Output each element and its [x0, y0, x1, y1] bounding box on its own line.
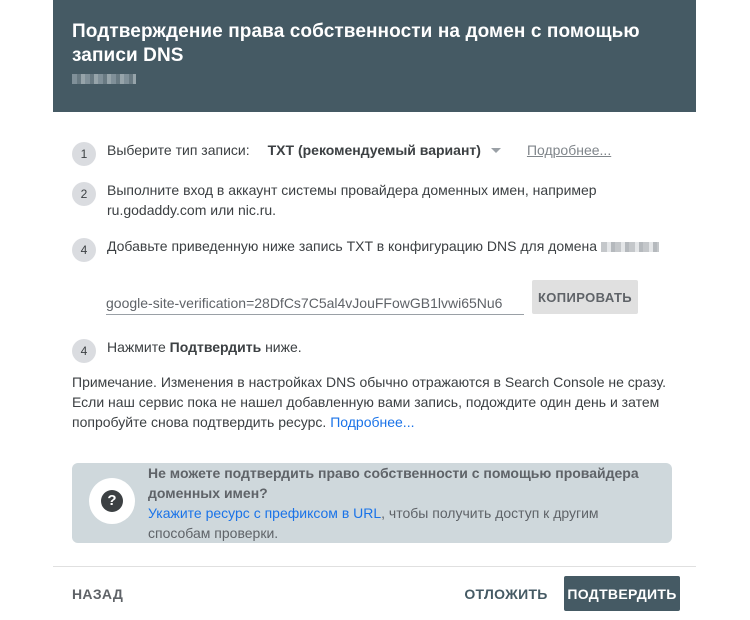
- step-text-line: Выполните вход в аккаунт системы провайд…: [107, 182, 597, 198]
- help-title-line: доменных имен?: [148, 485, 268, 501]
- step-number: 1: [72, 142, 96, 166]
- step-text-bold: Подтвердить: [169, 339, 262, 355]
- step-text-prefix: Нажмите: [107, 339, 170, 355]
- domain-name-redacted: [72, 74, 136, 84]
- step-3: 4 Добавьте приведенную ниже запись TXT в…: [72, 236, 660, 262]
- help-circle-icon: ?: [101, 490, 123, 512]
- verification-dialog: Подтверждение права собственности на дом…: [53, 0, 696, 620]
- step-4: 4 Нажмите Подтвердить ниже.: [72, 337, 302, 363]
- chevron-down-icon: [490, 147, 501, 153]
- confirm-button[interactable]: ПОДТВЕРДИТЬ: [564, 576, 680, 611]
- help-icon-container: ?: [89, 478, 135, 524]
- step-label: Выберите тип записи:: [107, 142, 250, 158]
- dialog-title: Подтверждение права собственности на дом…: [72, 21, 640, 66]
- postpone-button[interactable]: ОТЛОЖИТЬ: [463, 576, 549, 611]
- url-prefix-property-link[interactable]: Укажите ресурс с префиксом в URL: [148, 505, 381, 521]
- step-text-suffix: ниже.: [261, 339, 302, 355]
- note-line: Если наш сервис пока не нашел добавленну…: [72, 394, 660, 410]
- note-line: Примечание. Изменения в настройках DNS о…: [72, 374, 666, 390]
- step-2: 2 Выполните вход в аккаунт системы прова…: [72, 180, 597, 220]
- step-text: Добавьте приведенную ниже запись TXT в к…: [107, 238, 598, 254]
- copy-button[interactable]: КОПИРОВАТЬ: [532, 280, 638, 314]
- help-text: , чтобы получить доступ к другим: [381, 505, 599, 521]
- dns-note: Примечание. Изменения в настройках DNS о…: [72, 372, 682, 432]
- verification-record-field[interactable]: google-site-verification=28DfCs7C5al4vJo…: [106, 293, 524, 315]
- domain-name-redacted: [601, 242, 660, 253]
- more-info-link[interactable]: Подробнее...: [527, 140, 611, 160]
- note-more-link[interactable]: Подробнее...: [330, 414, 414, 430]
- step-number: 4: [72, 339, 96, 363]
- step-number: 4: [72, 238, 96, 262]
- back-button[interactable]: НАЗАД: [72, 576, 132, 611]
- help-text-line: способам проверки.: [148, 525, 279, 541]
- record-type-select[interactable]: TXT (рекомендуемый вариант): [268, 140, 501, 160]
- help-title-line: Не можете подтвердить право собственност…: [148, 465, 639, 481]
- dialog-header: Подтверждение права собственности на дом…: [53, 0, 696, 112]
- step-number: 2: [72, 182, 96, 206]
- step-text-line: ru.godaddy.com или nic.ru.: [107, 202, 277, 218]
- step-1: 1 Выберите тип записи: TXT (рекомендуемы…: [72, 140, 611, 166]
- note-line: попробуйте снова подтвердить ресурс.: [72, 414, 327, 430]
- record-type-value: TXT (рекомендуемый вариант): [267, 142, 481, 158]
- footer-divider: [53, 566, 696, 567]
- help-box: ? Не можете подтвердить право собственно…: [72, 463, 672, 543]
